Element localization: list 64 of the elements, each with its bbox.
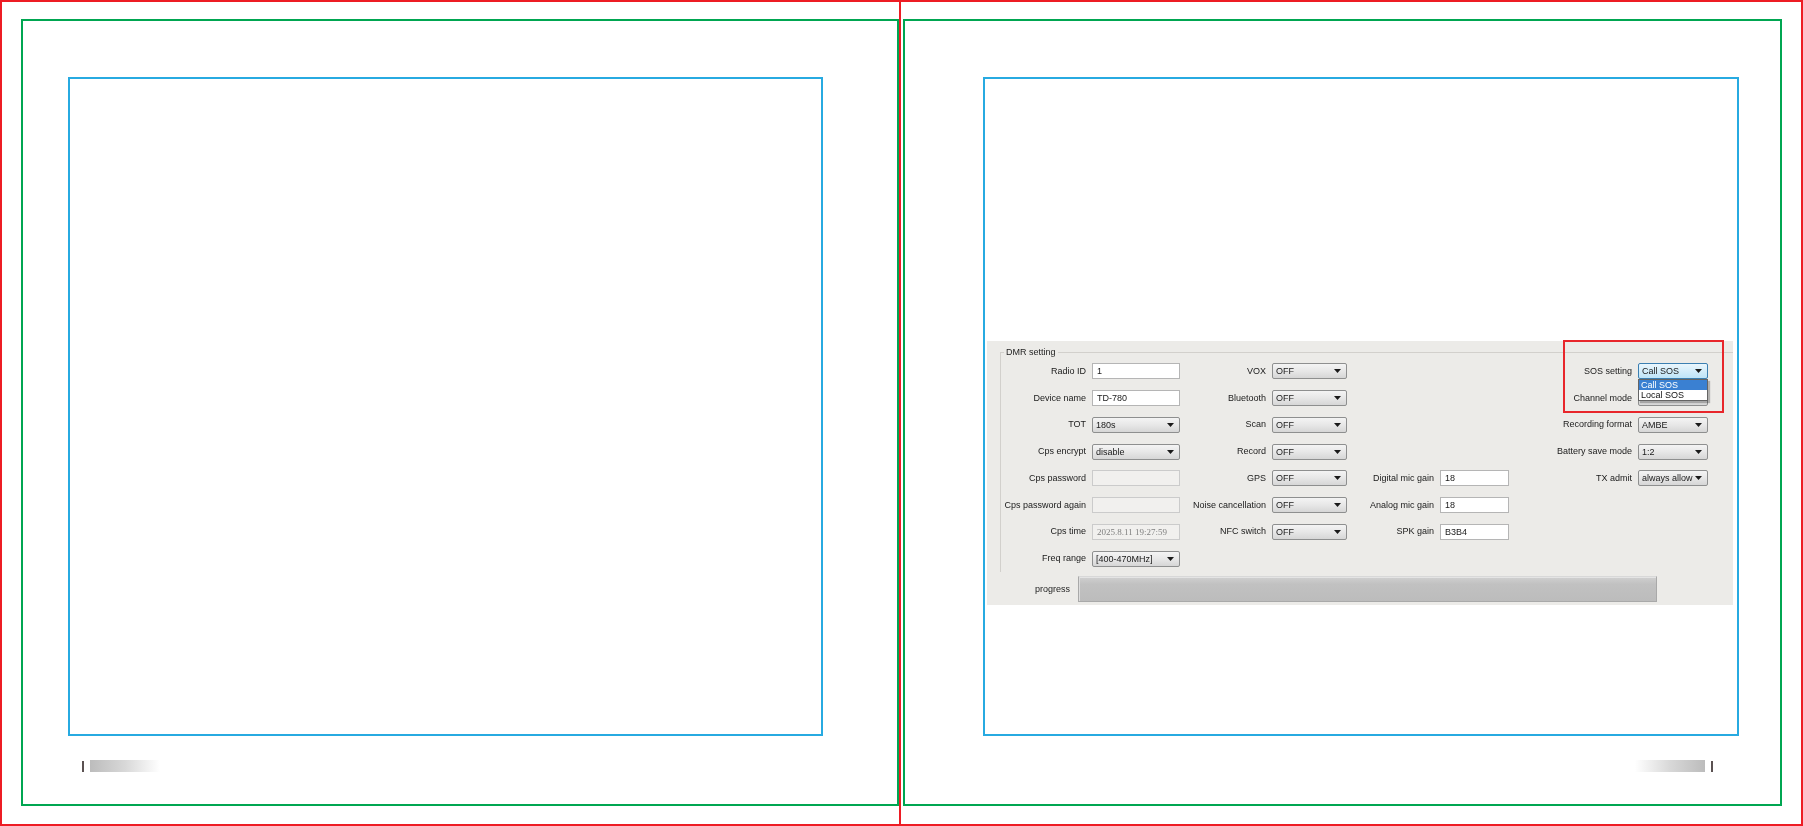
caret-icon <box>1334 503 1341 508</box>
field-label: Noise cancellation <box>1192 499 1266 511</box>
footer-gradient-bar <box>90 760 160 772</box>
dropdown-option[interactable]: Call SOS <box>1639 380 1707 391</box>
field-label: Analog mic gain <box>1369 499 1434 511</box>
field-label: GPS <box>1247 472 1266 484</box>
caret-icon <box>1334 449 1341 454</box>
dropdown[interactable]: OFF <box>1272 390 1347 407</box>
field-label: Cps time <box>1050 526 1086 538</box>
caret-icon <box>1695 476 1702 481</box>
field-label: Radio ID <box>1051 365 1086 377</box>
caret-icon <box>1167 556 1174 561</box>
field-label: SPK gain <box>1396 526 1434 538</box>
field-label: TX admit <box>1596 472 1632 484</box>
footer-tick <box>82 760 84 772</box>
field-label: Cps password again <box>1004 499 1086 511</box>
dropdown[interactable]: OFF <box>1272 443 1347 460</box>
field-label: Bluetooth <box>1227 392 1266 404</box>
dropdown[interactable]: OFF <box>1272 363 1347 380</box>
dropdown[interactable]: 1:2 <box>1638 443 1708 460</box>
caret-icon <box>1695 369 1702 374</box>
field-label: NFC switch <box>1220 526 1266 538</box>
dropdown[interactable]: AMBE <box>1638 416 1708 433</box>
input-field[interactable]: 18 <box>1440 497 1509 514</box>
dropdown-option[interactable]: Local SOS <box>1639 390 1707 401</box>
caret-icon <box>1695 449 1702 454</box>
dropdown[interactable]: [400-470MHz] <box>1092 550 1180 567</box>
field-label: Recording format <box>1562 419 1632 431</box>
caret-icon <box>1334 369 1341 374</box>
dropdown[interactable]: disable <box>1092 443 1180 460</box>
field-label: Battery save mode <box>1556 446 1632 458</box>
dropdown[interactable]: OFF <box>1272 470 1347 487</box>
field-label: VOX <box>1247 365 1266 377</box>
footer-tick <box>1711 760 1713 772</box>
footer-gradient-bar <box>1635 760 1705 772</box>
input-field[interactable]: 18 <box>1440 470 1509 487</box>
dropdown[interactable]: always allow <box>1638 470 1708 487</box>
caret-icon <box>1334 396 1341 401</box>
dropdown[interactable]: OFF <box>1272 497 1347 514</box>
field-label: TOT <box>1068 419 1086 431</box>
group-title: DMR setting <box>1005 347 1057 358</box>
field-label: Scan <box>1245 419 1266 431</box>
field-label: Digital mic gain <box>1372 472 1434 484</box>
field-label: Device name <box>1033 392 1086 404</box>
dropdown[interactable]: OFF <box>1272 416 1347 433</box>
field-label: Freq range <box>1041 553 1086 565</box>
caret-icon <box>1334 529 1341 534</box>
caret-icon <box>1334 476 1341 481</box>
caret-icon <box>1334 422 1341 427</box>
field-label: Cps password <box>1028 472 1086 484</box>
input-field[interactable]: TD-780 <box>1092 390 1180 407</box>
field-label: SOS setting <box>1583 365 1632 377</box>
field-label: Channel mode <box>1573 392 1632 404</box>
input-field[interactable]: B3B4 <box>1440 523 1509 540</box>
caret-icon <box>1695 422 1702 427</box>
caret-icon <box>1167 422 1174 427</box>
dropdown[interactable]: Call SOS <box>1638 363 1708 380</box>
dropdown[interactable]: OFF <box>1272 523 1347 540</box>
progress-label: progress <box>1035 584 1070 594</box>
dropdown[interactable]: 180s <box>1092 416 1180 433</box>
caret-icon <box>1167 449 1174 454</box>
field-label: Cps encrypt <box>1037 446 1086 458</box>
field-label: Record <box>1237 446 1266 458</box>
input-field[interactable]: 1 <box>1092 363 1180 380</box>
